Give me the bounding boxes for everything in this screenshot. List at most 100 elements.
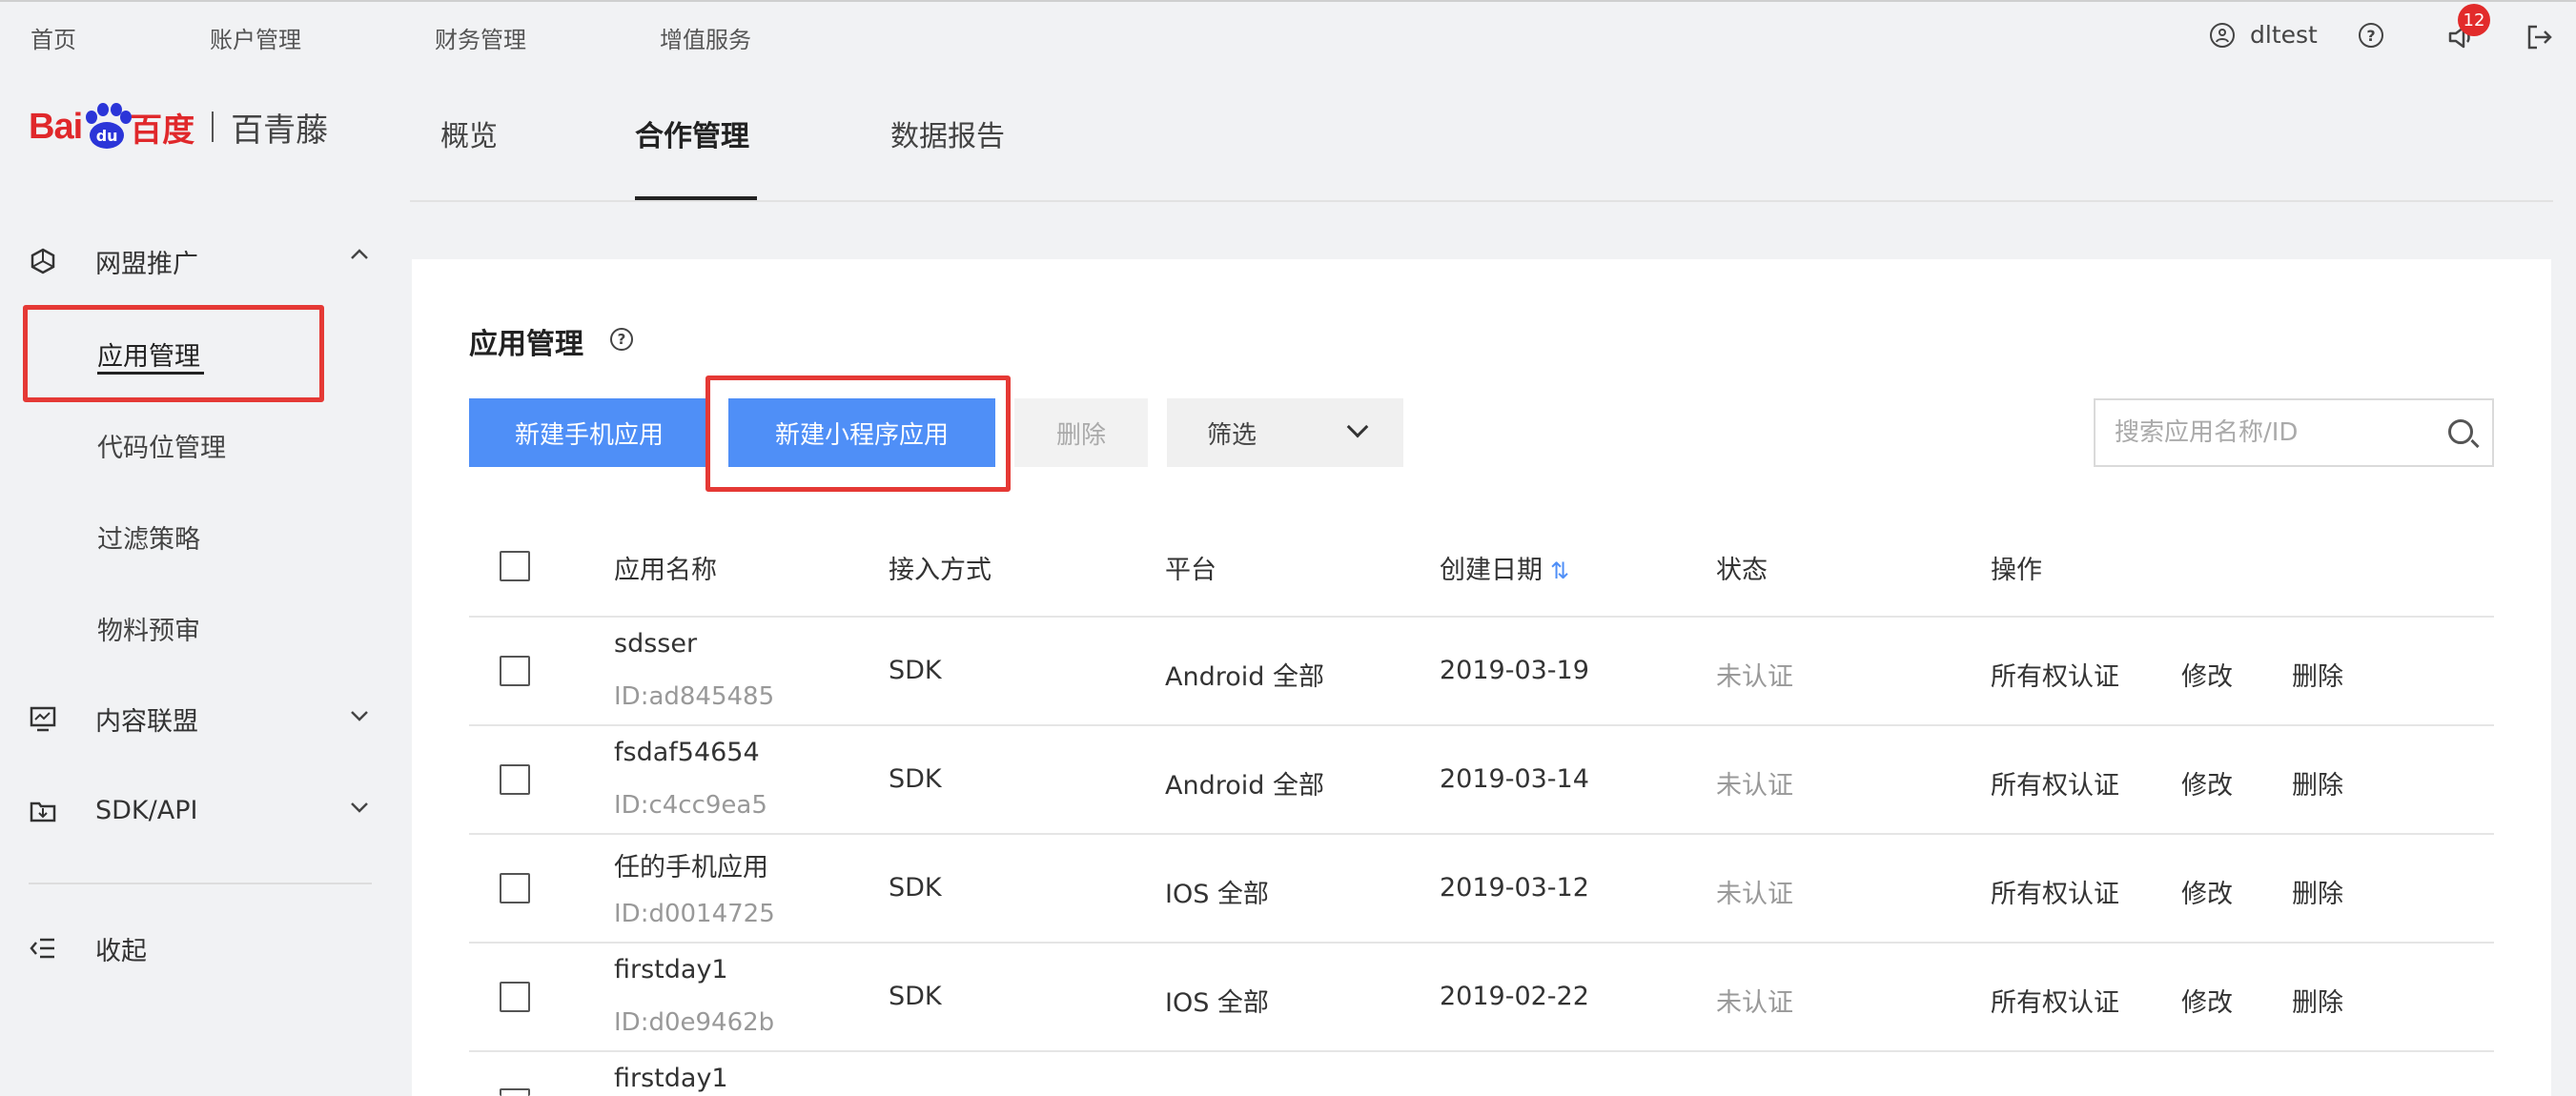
logo-separator [212,112,215,142]
help-icon[interactable]: ? [2359,23,2383,48]
platform: IOS 全部 [1165,880,1269,909]
table-divider [469,942,2494,944]
row-checkbox[interactable] [500,656,530,686]
access-method: SDK [889,656,942,685]
page-title: 应用管理 [469,328,583,361]
status: 未认证 [1716,662,1793,692]
platform: Android 全部 [1165,662,1324,692]
logo-cn-text: 百度 [130,111,195,150]
app-name: firstday1 [614,955,728,984]
sidebar-item-filter-strategy[interactable]: 过滤策略 [97,518,200,556]
logo-bai-text: Bai [29,106,83,147]
app-name: 任的手机应用 [614,853,768,883]
sidebar-collapse[interactable]: 收起 [29,929,147,967]
th-access-method: 接入方式 [889,556,992,585]
th-status: 状态 [1716,556,1768,585]
top-utility-bar: 首页 账户管理 财务管理 增值服务 dltest ? 12 [0,0,2576,69]
edit-link[interactable]: 修改 [2181,982,2233,1019]
logo-du-text: du [90,122,125,149]
logout-icon[interactable] [2525,23,2553,51]
row-checkbox[interactable] [500,873,530,903]
notification-badge: 12 [2458,4,2490,36]
sidebar-group-alliance[interactable]: 网盟推广 [29,242,198,280]
edit-link[interactable]: 修改 [2181,656,2233,693]
search-icon[interactable] [2448,419,2473,444]
access-method: SDK [889,982,942,1011]
username[interactable]: dltest [2250,21,2318,49]
ownership-verify-link[interactable]: 所有权认证 [1991,982,2119,1019]
select-all-checkbox[interactable] [500,551,530,581]
monitor-chart-icon [29,704,57,733]
app-name: fsdaf54654 [614,738,760,767]
sidebar-divider [29,883,372,884]
row-checkbox[interactable] [500,982,530,1012]
sidebar-group-sdk-label: SDK/API [95,795,198,825]
ownership-verify-link[interactable]: 所有权认证 [1991,764,2119,802]
delete-link[interactable]: 删除 [2292,873,2343,910]
th-created-date[interactable]: 创建日期 ⇅ [1440,549,1569,586]
app-id: ID:c4cc9ea5 [614,791,767,820]
edit-link[interactable]: 修改 [2181,873,2233,910]
table-divider [469,616,2494,618]
access-method: SDK [889,764,942,794]
th-platform: 平台 [1165,556,1216,585]
search-input[interactable] [2115,400,2429,465]
th-created-date-label: 创建日期 [1440,556,1543,585]
th-app-name: 应用名称 [614,556,717,585]
sidebar-group-content[interactable]: 内容联盟 [29,700,198,738]
created-date: 2019-02-22 [1440,982,1589,1011]
status: 未认证 [1716,988,1793,1018]
topnav-finance[interactable]: 财务管理 [435,21,526,54]
chevron-down-icon[interactable] [349,797,370,823]
user-icon[interactable] [2210,23,2235,48]
row-checkbox[interactable] [500,764,530,795]
created-date: 2019-03-12 [1440,873,1589,903]
filter-dropdown-label: 筛选 [1207,420,1257,450]
status: 未认证 [1716,880,1793,909]
delete-link[interactable]: 删除 [2292,656,2343,693]
edit-link[interactable]: 修改 [2181,764,2233,802]
chevron-down-icon [1346,416,1369,438]
collapse-icon [29,934,57,963]
delete-link[interactable]: 删除 [2292,982,2343,1019]
app-name: firstday1 [614,1064,728,1093]
topnav-account[interactable]: 账户管理 [210,21,301,54]
sidebar-item-material-review[interactable]: 物料预审 [97,610,200,647]
topnav-home[interactable]: 首页 [31,21,76,54]
app-name: sdsser [614,629,698,659]
baidu-logo[interactable]: Bai du 百度 百青藤 [29,93,328,160]
table-divider [469,724,2494,726]
sidebar-group-content-label: 内容联盟 [95,706,198,737]
sidebar-item-ad-slot[interactable]: 代码位管理 [97,427,226,464]
chevron-up-icon[interactable] [349,244,370,271]
filter-dropdown[interactable]: 筛选 [1167,398,1403,467]
ownership-verify-link[interactable]: 所有权认证 [1991,873,2119,910]
app-id: ID:d0014725 [614,900,775,928]
new-mobile-app-button[interactable]: 新建手机应用 [469,398,709,467]
highlight-box-sidebar [23,305,324,402]
app-id: ID:d0e9462b [614,1008,775,1037]
sort-icon[interactable]: ⇅ [1550,558,1569,584]
table-divider [469,1050,2494,1052]
alliance-icon [29,247,57,275]
sidebar-group-sdk[interactable]: SDK/API [29,791,197,829]
th-actions: 操作 [1991,556,2042,585]
ownership-verify-link[interactable]: 所有权认证 [1991,656,2119,693]
sidebar-group-alliance-label: 网盟推广 [95,249,198,279]
table-divider [469,833,2494,835]
delete-link[interactable]: 删除 [2292,764,2343,802]
help-circle-icon[interactable]: ? [610,328,633,351]
topnav-value-added[interactable]: 增值服务 [660,21,751,54]
access-method: SDK [889,873,942,903]
row-checkbox[interactable] [500,1088,530,1096]
header-divider [410,200,2553,202]
paw-logo-icon: du [84,103,133,149]
mainnav-reports[interactable]: 数据报告 [890,112,1005,154]
delete-button[interactable]: 删除 [1014,398,1148,467]
download-box-icon [29,796,57,824]
search-box[interactable] [2094,398,2494,467]
chevron-down-icon[interactable] [349,705,370,732]
mainnav-cooperation[interactable]: 合作管理 [635,112,749,154]
mainnav-overview[interactable]: 概览 [440,112,498,154]
created-date: 2019-03-14 [1440,764,1589,794]
